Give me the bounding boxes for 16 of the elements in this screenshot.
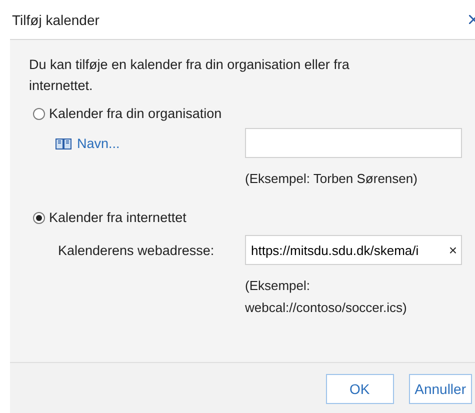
name-link[interactable]: Navn... bbox=[77, 136, 120, 150]
radio-button[interactable] bbox=[33, 108, 45, 120]
radio-label: Kalender fra internettet bbox=[49, 210, 186, 225]
example-text: (Eksempel: Torben Sørensen) bbox=[245, 170, 418, 188]
cancel-button[interactable]: Annuller bbox=[408, 374, 472, 404]
dialog-title: Tilføj kalender bbox=[12, 12, 100, 28]
example-text: (Eksempel: webcal://contoso/soccer.ics) bbox=[245, 277, 408, 317]
address-label: Kalenderens webadresse: bbox=[57, 242, 216, 258]
ok-button[interactable]: OK bbox=[326, 374, 394, 404]
address-book-icon bbox=[55, 136, 72, 150]
radio-label: Kalender fra din organisation bbox=[49, 106, 222, 121]
address-field[interactable]: https://mitsdu.sdu.dk/skema/i × bbox=[245, 235, 462, 265]
clear-button[interactable]: × bbox=[448, 242, 457, 258]
intro-text: Du kan tilføje en kalender fra din organisation eller fra internettet. bbox=[29, 56, 350, 95]
name-field[interactable] bbox=[245, 128, 462, 158]
radio-button[interactable] bbox=[33, 212, 45, 224]
